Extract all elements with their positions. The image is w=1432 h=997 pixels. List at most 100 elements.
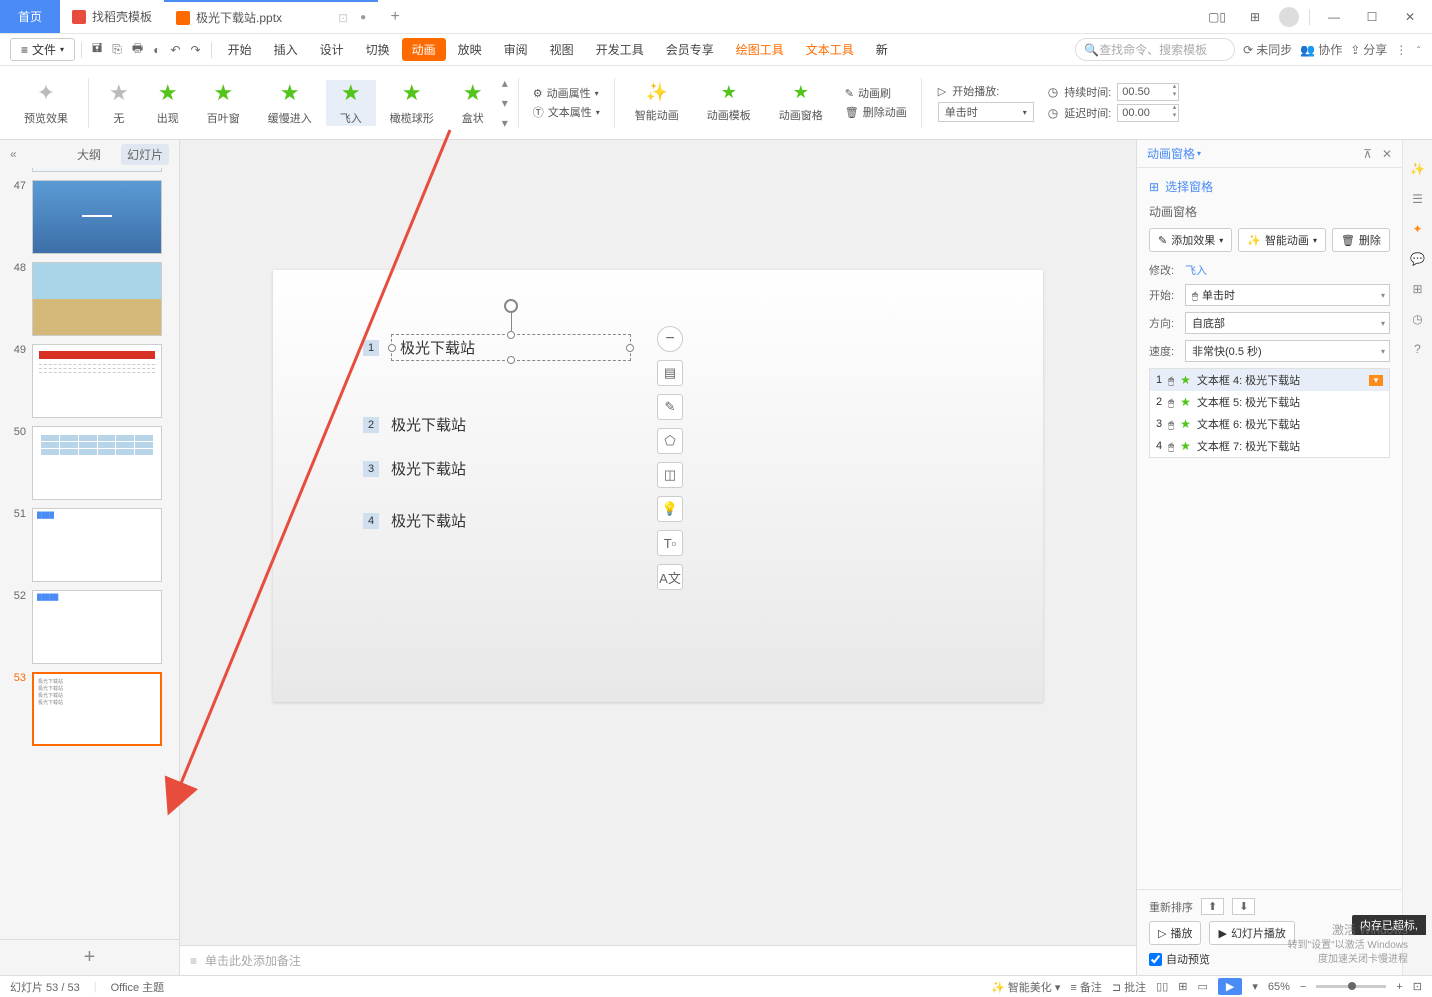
thumb-53[interactable]: 极光下载站极光下载站极光下载站极光下载站: [32, 672, 162, 746]
menu-animation[interactable]: 动画: [402, 38, 446, 61]
text-item-3[interactable]: 3极光下载站: [363, 458, 466, 479]
delete-button[interactable]: 🗑删除: [1332, 228, 1390, 252]
avatar[interactable]: [1279, 7, 1299, 27]
view-reading-icon[interactable]: ▭: [1197, 980, 1207, 993]
notes-button[interactable]: ≡ 备注: [1070, 979, 1101, 995]
thumb-52[interactable]: █████: [32, 590, 162, 664]
more-icon[interactable]: ⋮: [1395, 43, 1407, 57]
resize-handle-e[interactable]: [626, 344, 634, 352]
share-icon[interactable]: ⎘: [108, 42, 126, 57]
speed-select[interactable]: 非常快(0.5 秒): [1185, 340, 1390, 362]
star-icon[interactable]: ✦: [1412, 222, 1422, 236]
zoom-in-button[interactable]: +: [1396, 981, 1402, 993]
tab-templates[interactable]: 找稻壳模板: [60, 0, 164, 33]
move-down-button[interactable]: ⬇: [1232, 898, 1255, 915]
canvas-scroll[interactable]: 1 极光下载站 2极光下载站 3极光下载站 4极光下载站: [180, 140, 1136, 945]
anim-props-button[interactable]: ⚙动画属性▾: [533, 85, 600, 101]
help-icon[interactable]: ?: [1414, 342, 1421, 356]
sliders-icon[interactable]: ☰: [1412, 192, 1423, 206]
textbox-icon[interactable]: T▫: [657, 530, 683, 556]
thumb-46[interactable]: [32, 168, 162, 172]
effect-box[interactable]: ★盒状: [448, 80, 498, 126]
share-button[interactable]: ⇪ 分享: [1350, 41, 1387, 58]
file-menu[interactable]: ≡ 文件 ▾: [10, 38, 75, 61]
thumb-50[interactable]: [32, 426, 162, 500]
play-button[interactable]: ▷播放: [1149, 921, 1201, 945]
resize-handle-n[interactable]: [507, 331, 515, 339]
maximize-button[interactable]: ☐: [1358, 10, 1386, 24]
slide-canvas[interactable]: 1 极光下载站 2极光下载站 3极光下载站 4极光下载站: [273, 270, 1043, 702]
tab-document[interactable]: 极光下载站.pptx ⊡ ●: [164, 0, 378, 33]
undo-icon[interactable]: ↶: [166, 43, 184, 57]
menu-new[interactable]: 新: [866, 41, 898, 58]
anim-pane-button[interactable]: ★动画窗格: [765, 82, 837, 123]
smart-anim-button[interactable]: ✨智能动画: [621, 82, 693, 123]
puzzle-icon[interactable]: ⊞: [1412, 282, 1422, 296]
crop-icon[interactable]: ◫: [657, 462, 683, 488]
menu-texttools[interactable]: 文本工具: [796, 41, 864, 58]
text-props-button[interactable]: Ⓣ文本属性▾: [533, 104, 600, 120]
anim-item-4[interactable]: 4★文本框 7: 极光下载站: [1150, 435, 1389, 457]
view-normal-icon[interactable]: ▯▯: [1156, 980, 1168, 993]
rotate-handle[interactable]: [504, 299, 518, 313]
anim-item-3[interactable]: 3★文本框 6: 极光下载站: [1150, 413, 1389, 435]
save-icon[interactable]: 🖬: [88, 39, 106, 60]
add-tab-button[interactable]: +: [378, 0, 412, 33]
move-up-button[interactable]: ⬆: [1201, 898, 1224, 915]
tab-home[interactable]: 首页: [0, 0, 60, 33]
close-pane-icon[interactable]: ✕: [1382, 147, 1392, 161]
anim-tmpl-button[interactable]: ★动画模板: [693, 82, 765, 123]
fit-icon[interactable]: ⊡: [1413, 980, 1422, 993]
resize-handle-s[interactable]: [507, 356, 515, 364]
text-item-2[interactable]: 2极光下载站: [363, 414, 466, 435]
notes-bar[interactable]: ≡ 单击此处添加备注: [180, 945, 1136, 975]
menu-start[interactable]: 开始: [218, 41, 262, 58]
checkbox[interactable]: [1149, 953, 1162, 966]
layers-icon[interactable]: ▤: [657, 360, 683, 386]
unsync-button[interactable]: ⟳ 未同步: [1243, 41, 1292, 58]
menu-insert[interactable]: 插入: [264, 41, 308, 58]
view-sorter-icon[interactable]: ⊞: [1178, 980, 1187, 993]
del-anim-button[interactable]: 🗑删除动画: [845, 104, 907, 120]
zoom-slider[interactable]: [1316, 985, 1386, 988]
slideshow-play-button[interactable]: ▶幻灯片播放: [1209, 921, 1294, 945]
effect-slow[interactable]: ★缓慢进入: [254, 80, 326, 126]
search-input[interactable]: 🔍 查找命令、搜索模板: [1075, 38, 1235, 61]
menu-drawtools[interactable]: 绘图工具: [726, 41, 794, 58]
select-pane-button[interactable]: ⊞选择窗格: [1149, 178, 1390, 195]
magic-icon[interactable]: ✨: [1410, 162, 1425, 176]
layout-icon[interactable]: ▢▯: [1203, 10, 1231, 24]
translate-icon[interactable]: A文: [657, 564, 683, 590]
tab-slides[interactable]: 幻灯片: [121, 144, 169, 165]
textbox-selected[interactable]: 极光下载站: [391, 334, 631, 361]
dir-select[interactable]: 自底部: [1185, 312, 1390, 334]
close-tab-icon[interactable]: ●: [360, 12, 366, 23]
anim-item-2[interactable]: 2★文本框 5: 极光下载站: [1150, 391, 1389, 413]
anim-item-1[interactable]: 1★文本框 4: 极光下载站▾: [1150, 369, 1389, 391]
thumb-47[interactable]: [32, 180, 162, 254]
coop-button[interactable]: 👥 协作: [1300, 41, 1342, 58]
preview-button[interactable]: ✦ 预览效果: [10, 80, 82, 126]
effect-flyin[interactable]: ★飞入: [326, 80, 376, 126]
print-icon[interactable]: 🖶: [128, 39, 147, 60]
effect-football[interactable]: ★橄榄球形: [376, 80, 448, 126]
shape-icon[interactable]: ⬠: [657, 428, 683, 454]
resize-handle-w[interactable]: [388, 344, 396, 352]
chat-icon[interactable]: 💬: [1410, 252, 1425, 266]
minimize-button[interactable]: —: [1320, 10, 1348, 24]
menu-member[interactable]: 会员专享: [656, 41, 724, 58]
effect-appear[interactable]: ★出现: [143, 80, 193, 126]
menu-transition[interactable]: 切换: [356, 41, 400, 58]
effect-blinds[interactable]: ★百叶窗: [193, 80, 254, 126]
text-item-1[interactable]: 1 极光下载站: [363, 334, 631, 361]
item-menu[interactable]: ▾: [1369, 375, 1383, 386]
remove-button[interactable]: −: [657, 326, 683, 352]
zoom-out-button[interactable]: −: [1300, 981, 1306, 993]
redo-icon[interactable]: ↷: [187, 43, 205, 57]
thumb-48[interactable]: [32, 262, 162, 336]
effect-scroll[interactable]: ▴▾▾: [498, 76, 512, 130]
comments-button[interactable]: ⊐ 批注: [1112, 979, 1146, 995]
text-item-4[interactable]: 4极光下载站: [363, 510, 466, 531]
delay-input[interactable]: 00.00: [1117, 104, 1179, 122]
duration-input[interactable]: 00.50: [1117, 83, 1179, 101]
